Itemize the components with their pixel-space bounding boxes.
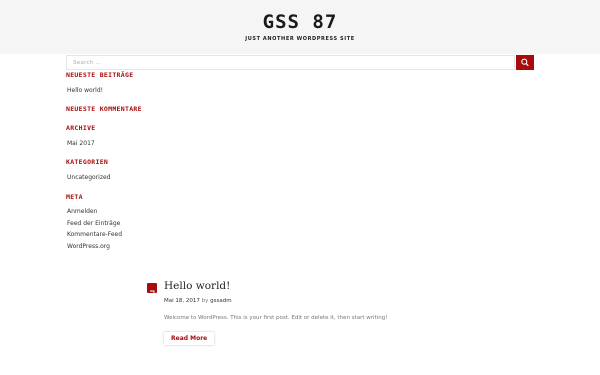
widget-title-recent-posts: NEUESTE BEITRÄGE — [66, 71, 134, 79]
post-format-icon — [147, 283, 157, 296]
site-description: JUST ANOTHER WORDPRESS SITE — [245, 36, 355, 42]
widget-title-recent-comments: NEUESTE KOMMENTARE — [66, 105, 142, 113]
category-link[interactable]: Uncategorized — [67, 174, 110, 181]
post-date[interactable]: Mai 18, 2017 — [164, 298, 200, 304]
widget-title-meta: META — [66, 193, 83, 201]
site-title[interactable]: GSS 87 — [0, 11, 600, 33]
search-icon — [521, 58, 529, 66]
post-by-label: by — [201, 298, 209, 304]
meta-link-wordpress-org[interactable]: WordPress.org — [67, 243, 110, 250]
post-meta: Mai 18, 2017 by gssadm — [164, 298, 232, 304]
post-excerpt: Welcome to WordPress. This is your first… — [164, 315, 388, 321]
read-more-button[interactable]: Read More — [164, 332, 215, 345]
meta-link-comments-feed[interactable]: Kommentare-Feed — [67, 231, 122, 238]
search-form — [66, 55, 534, 70]
widget-title-categories: KATEGORIEN — [66, 158, 109, 166]
search-button[interactable] — [516, 55, 534, 70]
widget-title-archives: ARCHIVE — [66, 124, 96, 132]
post-title[interactable]: Hello world! — [164, 280, 230, 292]
post-author[interactable]: gssadm — [210, 298, 231, 304]
archive-link[interactable]: Mai 2017 — [67, 140, 95, 147]
site-header: GSS 87 JUST ANOTHER WORDPRESS SITE — [0, 0, 600, 54]
meta-link-entries-feed[interactable]: Feed der Einträge — [67, 220, 120, 227]
meta-link-login[interactable]: Anmelden — [67, 208, 97, 215]
recent-post-link[interactable]: Hello world! — [67, 87, 103, 94]
search-input[interactable] — [66, 55, 515, 70]
